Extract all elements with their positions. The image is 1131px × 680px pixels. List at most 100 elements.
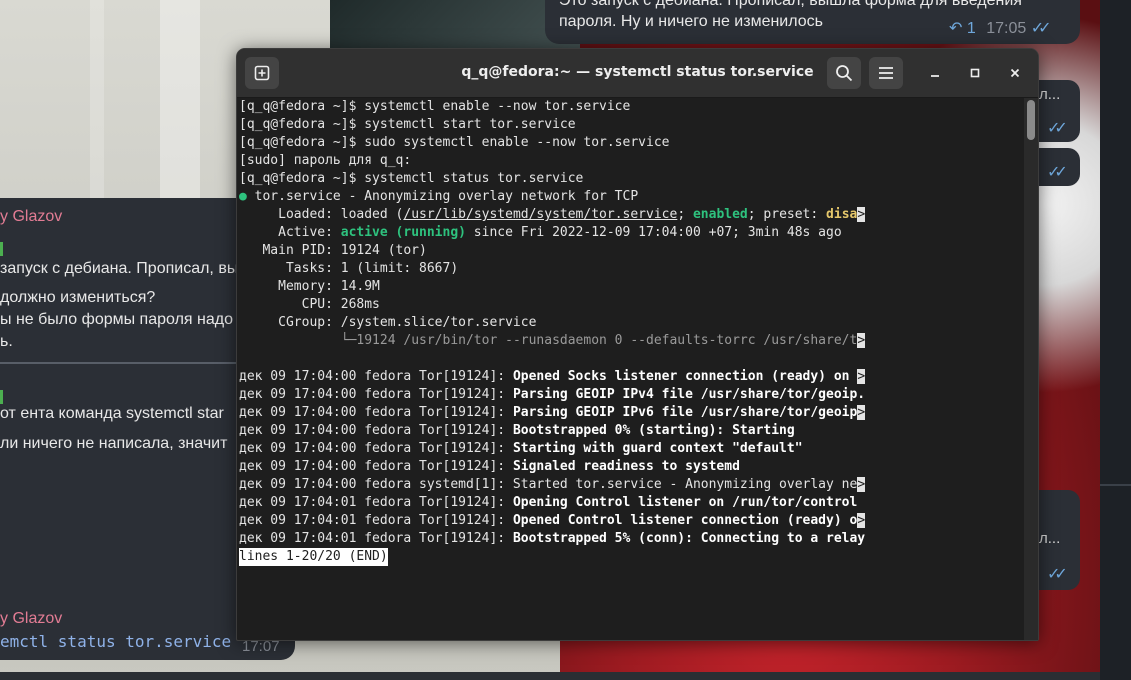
terminal-line: [q_q@fedora ~]$ systemctl start tor.serv…	[239, 116, 1023, 134]
terminal-text: /usr/lib/systemd/system/tor.service	[403, 207, 678, 222]
terminal-line: └─19124 /usr/bin/tor --runasdaemon 0 --d…	[239, 332, 1023, 350]
truncation-marker: >	[857, 207, 866, 222]
search-button[interactable]	[827, 57, 861, 89]
terminal-text: Bootstrapped 5% (conn): Connecting to a …	[512, 531, 866, 546]
chat-message-bubble[interactable]: ✓✓	[1035, 148, 1080, 186]
window-title: q_q@fedora:~ — systemctl status tor.serv…	[461, 64, 814, 80]
terminal-text: дек 09 17:04:00 fedora Tor[19124]:	[239, 387, 513, 402]
terminal-text: ●	[239, 189, 247, 204]
terminal-text: ;	[677, 207, 693, 222]
terminal-text: дек 09 17:04:00 fedora Tor[19124]:	[239, 369, 513, 384]
terminal-text: Parsing GEOIP IPv4 file /usr/share/tor/g…	[512, 387, 866, 402]
message-meta: ↶ 1 17:05 ✓✓	[949, 18, 1052, 38]
terminal-line: Memory: 14.9M	[239, 278, 1023, 296]
message-text: л...	[1039, 530, 1061, 547]
message-text: ь.	[0, 333, 13, 350]
double-check-icon: ✓✓	[1047, 566, 1068, 583]
minimize-button[interactable]	[923, 61, 947, 85]
terminal-text: дек 09 17:04:01 fedora Tor[19124]:	[239, 513, 513, 528]
quote-bar	[0, 390, 3, 404]
terminal-line: дек 09 17:04:00 fedora Tor[19124]: Signa…	[239, 458, 1023, 476]
terminal-text: Main PID: 19124 (tor)	[239, 243, 427, 258]
terminal-line: дек 09 17:04:00 fedora Tor[19124]: Opene…	[239, 368, 1023, 386]
terminal-text: Starting with guard context "default"	[512, 441, 803, 456]
chat-right-edge	[1100, 0, 1131, 680]
chat-message-bubble[interactable]: л... ✓✓	[1035, 490, 1080, 590]
terminal-text: 19124 /usr/bin/tor --runasdaemon 0 --def…	[356, 333, 858, 348]
terminal-text: дек 09 17:04:01 fedora Tor[19124]:	[239, 495, 513, 510]
quote-bar	[0, 242, 3, 256]
terminal-line: дек 09 17:04:01 fedora Tor[19124]: Boots…	[239, 530, 1023, 548]
sender-name[interactable]: y Glazov	[0, 208, 62, 226]
terminal-line: Main PID: 19124 (tor)	[239, 242, 1023, 260]
message-code: emctl status tor.service	[0, 632, 232, 651]
terminal-text: Opened Control listener connection (read…	[512, 513, 858, 528]
menu-button[interactable]	[869, 57, 903, 89]
message-text: должно измениться?	[0, 289, 156, 306]
terminal-text: дек 09 17:04:00 fedora Tor[19124]:	[239, 441, 513, 456]
terminal-text: дек 09 17:04:01 fedora Tor[19124]:	[239, 531, 513, 546]
reply-count[interactable]: 1	[967, 20, 976, 37]
terminal-text: [q_q@fedora ~]$ systemctl enable --now t…	[239, 99, 631, 114]
terminal-text: disa	[826, 207, 858, 222]
terminal-line: дек 09 17:04:00 fedora Tor[19124]: Parsi…	[239, 404, 1023, 422]
terminal-text: Bootstrapped 0% (starting): Starting	[512, 423, 795, 438]
terminal-text: дек 09 17:04:00 fedora Tor[19124]:	[239, 423, 513, 438]
terminal-text: active (running)	[340, 225, 466, 240]
close-button[interactable]	[1003, 61, 1027, 85]
terminal-text: Opened Socks listener connection (ready)…	[512, 369, 858, 384]
terminal-line: [sudo] пароль для q_q:	[239, 152, 1023, 170]
chat-message-bubble[interactable]: Это запуск с дебиана. Прописал, вышла фо…	[545, 0, 1080, 44]
terminal-text: Memory: 14.9M	[239, 279, 380, 294]
terminal-text: CGroup: /system.slice/tor.service	[239, 315, 537, 330]
terminal-text: [q_q@fedora ~]$ systemctl start tor.serv…	[239, 117, 576, 132]
terminal-output[interactable]: [q_q@fedora ~]$ systemctl enable --now t…	[239, 98, 1023, 638]
terminal-text: CPU: 268ms	[239, 297, 380, 312]
terminal-line: дек 09 17:04:01 fedora Tor[19124]: Openi…	[239, 494, 1023, 512]
terminal-line: дек 09 17:04:00 fedora Tor[19124]: Start…	[239, 440, 1023, 458]
double-check-icon: ✓✓	[1047, 164, 1068, 181]
chat-message-bubble[interactable]: y Glazov запуск с дебиана. Прописал, вы …	[0, 198, 262, 600]
truncation-marker: >	[857, 405, 866, 420]
terminal-text: Opening Control listener on /run/tor/con…	[512, 495, 858, 510]
terminal-text: Tasks: 1 (limit: 8667)	[239, 261, 459, 276]
scrollbar[interactable]	[1024, 98, 1038, 640]
double-check-icon: ✓✓	[1030, 20, 1052, 37]
pager-status-text: lines 1-20/20 (END)	[239, 548, 388, 566]
message-text: пароля. Ну и ничего не изменилось	[559, 13, 823, 30]
message-text: запуск с дебиана. Прописал, вы	[0, 260, 239, 277]
truncation-marker: >	[857, 477, 866, 492]
terminal-text: дек 09 17:04:00 fedora Tor[19124]:	[239, 405, 513, 420]
terminal-text: [q_q@fedora ~]$ systemctl status tor.ser…	[239, 171, 584, 186]
terminal-line: Loaded: loaded (/usr/lib/systemd/system/…	[239, 206, 1023, 224]
minimize-icon	[931, 75, 939, 77]
terminal-text: └─	[239, 333, 357, 348]
truncation-marker: >	[857, 333, 866, 348]
search-icon	[836, 65, 853, 82]
terminal-line: дек 09 17:04:01 fedora Tor[19124]: Opene…	[239, 512, 1023, 530]
terminal-text: Signaled readiness to systemd	[512, 459, 740, 474]
scrollbar-thumb[interactable]	[1027, 100, 1035, 140]
maximize-icon	[970, 68, 980, 78]
sender-name[interactable]: y Glazov	[0, 610, 62, 628]
hamburger-menu-icon	[879, 67, 893, 79]
terminal-text: дек 09 17:04:00 fedora Tor[19124]:	[239, 459, 513, 474]
terminal-line	[239, 350, 1023, 368]
message-text: от ента команда systemctl star	[0, 405, 224, 422]
title-bar[interactable]: q_q@fedora:~ — systemctl status tor.serv…	[237, 49, 1038, 98]
terminal-line: CGroup: /system.slice/tor.service	[239, 314, 1023, 332]
chat-message-bubble[interactable]: л... ✓✓	[1035, 80, 1080, 142]
message-separator	[0, 362, 262, 364]
terminal-line: дек 09 17:04:00 fedora Tor[19124]: Boots…	[239, 422, 1023, 440]
terminal-text: Loaded: loaded (	[239, 207, 404, 222]
reply-arrow-icon[interactable]: ↶	[949, 20, 962, 37]
terminal-text: Parsing GEOIP IPv6 file /usr/share/tor/g…	[512, 405, 858, 420]
terminal-line: ● tor.service - Anonymizing overlay netw…	[239, 188, 1023, 206]
terminal-window[interactable]: q_q@fedora:~ — systemctl status tor.serv…	[236, 48, 1039, 641]
terminal-line: [q_q@fedora ~]$ systemctl enable --now t…	[239, 98, 1023, 116]
maximize-button[interactable]	[963, 61, 987, 85]
terminal-text: [sudo] пароль для q_q:	[239, 153, 412, 168]
terminal-text: Active:	[239, 225, 341, 240]
message-text: ли ничего не написала, значит	[0, 435, 228, 452]
